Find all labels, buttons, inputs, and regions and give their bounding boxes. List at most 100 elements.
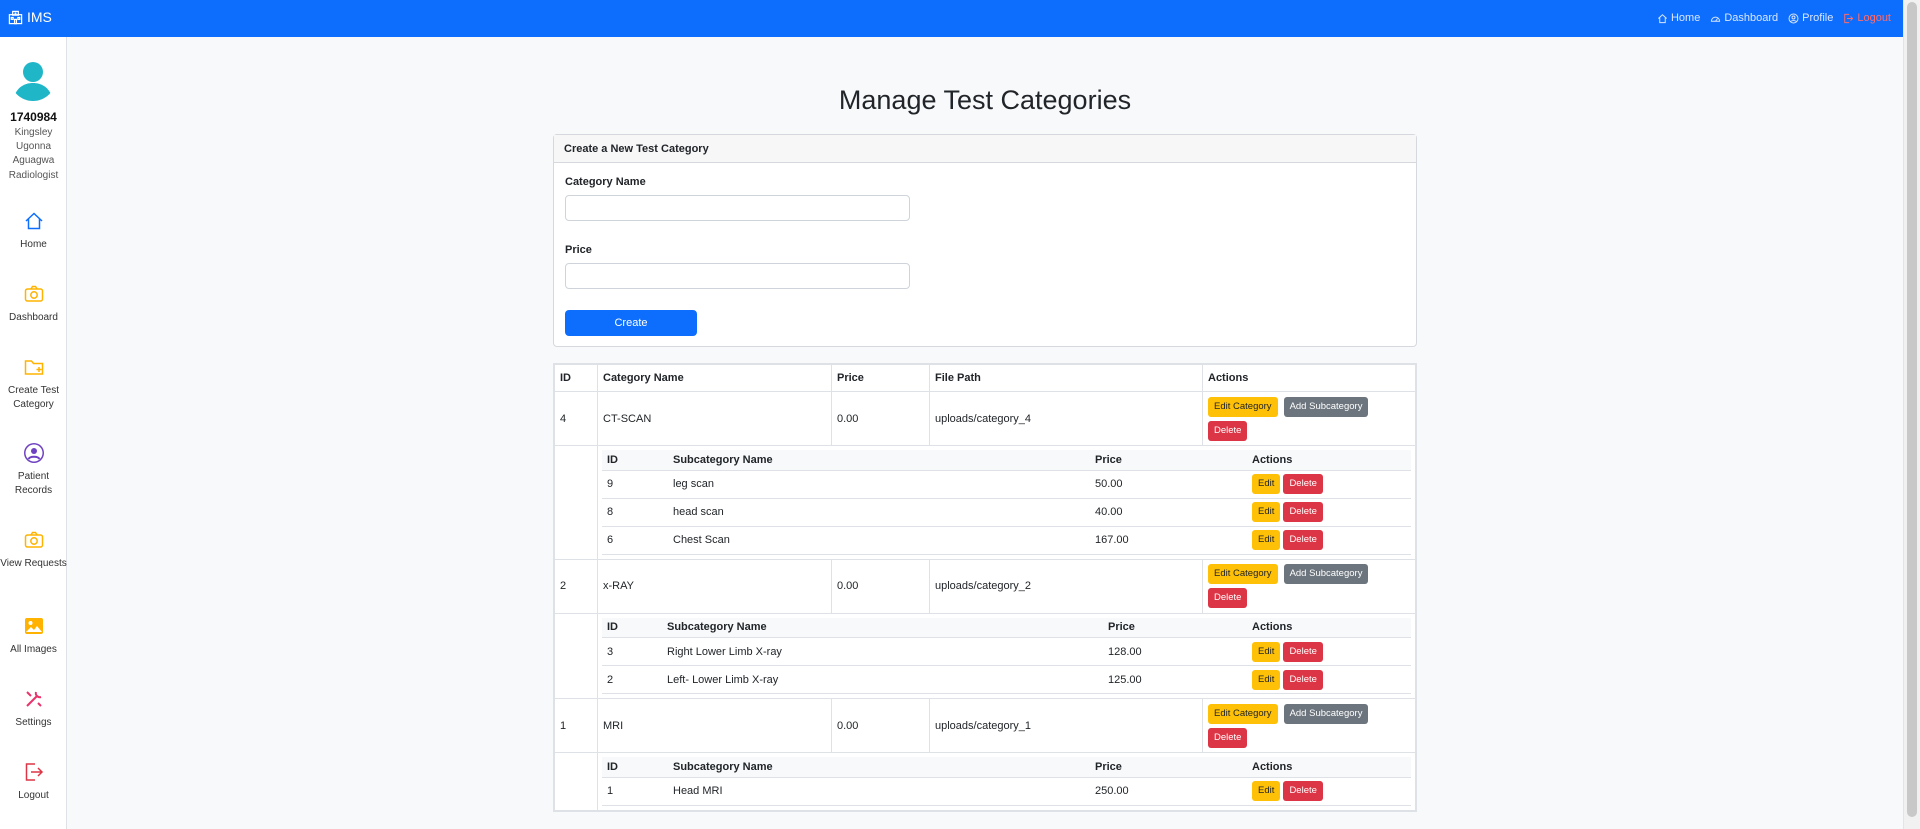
hospital-icon: [8, 10, 23, 24]
add-subcategory-button[interactable]: Add Subcategory: [1283, 396, 1369, 417]
nav-logout-link[interactable]: Logout: [1843, 12, 1891, 24]
category-actions: Edit Category Add Subcategory Delete: [1202, 698, 1416, 753]
edit-subcategory-button[interactable]: Edit: [1252, 502, 1281, 522]
sub-header-name: Subcategory Name: [668, 757, 1090, 778]
subcategory-id: 8: [602, 498, 668, 527]
sidebar-item-all-images[interactable]: All Images: [0, 615, 67, 657]
category-price: 0.00: [831, 698, 930, 753]
sidebar-item-label: Patient Records: [14, 471, 53, 496]
price-input[interactable]: [565, 263, 910, 289]
delete-category-button[interactable]: Delete: [1208, 420, 1248, 441]
sidebar-item-label: Settings: [15, 717, 52, 728]
subcategory-price: 125.00: [1103, 665, 1247, 694]
delete-subcategory-button[interactable]: Delete: [1283, 502, 1323, 522]
price-label: Price: [565, 244, 592, 256]
delete-subcategory-button[interactable]: Delete: [1283, 669, 1323, 690]
sub-header-id: ID: [602, 757, 668, 778]
page-title: Manage Test Categories: [838, 85, 1132, 115]
sidebar-item-label: Home: [20, 239, 47, 250]
sub-header-price: Price: [1090, 450, 1247, 471]
user-circle-icon: [23, 443, 44, 463]
subcategory-name: head scan: [668, 498, 1090, 527]
sub-header-actions: Actions: [1247, 450, 1411, 471]
subcategory-price: 50.00: [1090, 470, 1247, 499]
subcategory-table: ID Subcategory Name Price Actions 3 Righ…: [602, 617, 1411, 694]
subcategory-row: 1 Head MRI 250.00 Edit Delete: [602, 777, 1411, 806]
camera-icon: [24, 531, 43, 548]
subcategory-id: 3: [602, 637, 662, 666]
user-name: Kingsley Ugonna Aguagwa: [0, 126, 67, 168]
card-header: Create a New Test Category: [554, 135, 1416, 163]
add-subcategory-button[interactable]: Add Subcategory: [1283, 703, 1369, 724]
edit-subcategory-button[interactable]: Edit: [1252, 641, 1281, 662]
category-price: 0.00: [831, 558, 930, 614]
user-role: Radiologist: [8, 170, 59, 181]
category-row: 2 x-RAY 0.00 uploads/category_2 Edit Cat…: [554, 558, 1416, 614]
nav-home-label: Home: [1670, 12, 1701, 24]
sidebar-item-label: View Requests: [0, 558, 67, 569]
subcategory-price: 167.00: [1090, 526, 1247, 555]
image-icon: [24, 618, 43, 634]
sidebar-item-logout[interactable]: Logout: [0, 761, 67, 803]
column-header-actions: Actions: [1202, 364, 1416, 392]
edit-category-button[interactable]: Edit Category: [1208, 703, 1278, 724]
logout-icon: [1844, 13, 1854, 23]
category-file-path: uploads/category_2: [929, 558, 1203, 614]
category-name-input[interactable]: [565, 195, 910, 221]
user-name-line: Kingsley: [14, 127, 53, 138]
column-header-id: ID: [554, 364, 598, 392]
delete-subcategory-button[interactable]: Delete: [1283, 641, 1323, 662]
scrollbar-thumb[interactable]: [1907, 2, 1917, 817]
edit-subcategory-button[interactable]: Edit: [1252, 474, 1281, 494]
edit-subcategory-button[interactable]: Edit: [1252, 781, 1281, 801]
dashboard-icon: [1711, 16, 1721, 22]
subcategory-row: 2 Left- Lower Limb X-ray 125.00 Edit Del…: [602, 665, 1411, 694]
delete-subcategory-button[interactable]: Delete: [1283, 530, 1323, 550]
delete-category-button[interactable]: Delete: [1208, 727, 1248, 748]
categories-table: ID Category Name Price File Path Actions…: [553, 363, 1417, 812]
folder-plus-icon: [24, 360, 43, 375]
subcategory-header-row: ID Subcategory Name Price Actions: [602, 757, 1411, 778]
subcategory-table: ID Subcategory Name Price Actions 9 leg …: [602, 450, 1411, 555]
user-avatar-icon: [10, 55, 56, 101]
nav-home-link[interactable]: Home: [1657, 12, 1700, 24]
brand[interactable]: IMS: [8, 9, 52, 25]
home-icon: [24, 212, 43, 230]
subcategory-price: 250.00: [1090, 777, 1247, 806]
create-category-card: Create a New Test Category Category Name…: [553, 134, 1417, 347]
edit-category-button[interactable]: Edit Category: [1208, 396, 1278, 417]
edit-subcategory-button[interactable]: Edit: [1252, 530, 1281, 550]
logout-icon: [25, 763, 43, 781]
subcategory-name: leg scan: [668, 470, 1090, 499]
delete-subcategory-button[interactable]: Delete: [1283, 781, 1323, 801]
user-name-line: Aguagwa: [12, 155, 55, 166]
edit-category-button[interactable]: Edit Category: [1208, 564, 1278, 584]
subcategory-id: 2: [602, 665, 662, 694]
sidebar-item-patient-records[interactable]: Patient Records: [0, 442, 67, 498]
sidebar-item-view-requests[interactable]: View Requests: [0, 529, 67, 571]
sidebar-item-settings[interactable]: Settings: [0, 688, 67, 730]
subcategory-price: 128.00: [1103, 637, 1247, 666]
camera-icon: [24, 285, 43, 302]
add-subcategory-button[interactable]: Add Subcategory: [1283, 564, 1369, 584]
column-header-file-path: File Path: [929, 364, 1203, 392]
delete-subcategory-button[interactable]: Delete: [1283, 474, 1323, 494]
sidebar-item-dashboard[interactable]: Dashboard: [0, 283, 67, 325]
subcategory-container-row: ID Subcategory Name Price Actions 3 Righ…: [554, 612, 1416, 699]
nav-dashboard-link[interactable]: Dashboard: [1710, 12, 1778, 24]
nav-profile-link[interactable]: Profile: [1788, 12, 1833, 24]
subcategory-container-row: ID Subcategory Name Price Actions 1 Head…: [554, 752, 1416, 811]
delete-category-button[interactable]: Delete: [1208, 588, 1248, 608]
subcategory-row: 3 Right Lower Limb X-ray 128.00 Edit Del…: [602, 637, 1411, 666]
sub-header-price: Price: [1090, 757, 1247, 778]
subcategory-container-row: ID Subcategory Name Price Actions 9 leg …: [554, 445, 1416, 560]
create-button[interactable]: Create: [565, 310, 697, 336]
subcategory-row: 6 Chest Scan 167.00 Edit Delete: [602, 526, 1411, 555]
page-scrollbar[interactable]: [1903, 0, 1920, 829]
sidebar: 1740984 Kingsley Ugonna Aguagwa Radiolog…: [0, 37, 67, 829]
edit-subcategory-button[interactable]: Edit: [1252, 669, 1281, 690]
subcategory-name: Chest Scan: [668, 526, 1090, 555]
sidebar-item-create-test-category[interactable]: Create Test Category: [0, 356, 67, 412]
subcategory-table: ID Subcategory Name Price Actions 1 Head…: [602, 757, 1411, 806]
sidebar-item-home[interactable]: Home: [0, 210, 67, 252]
